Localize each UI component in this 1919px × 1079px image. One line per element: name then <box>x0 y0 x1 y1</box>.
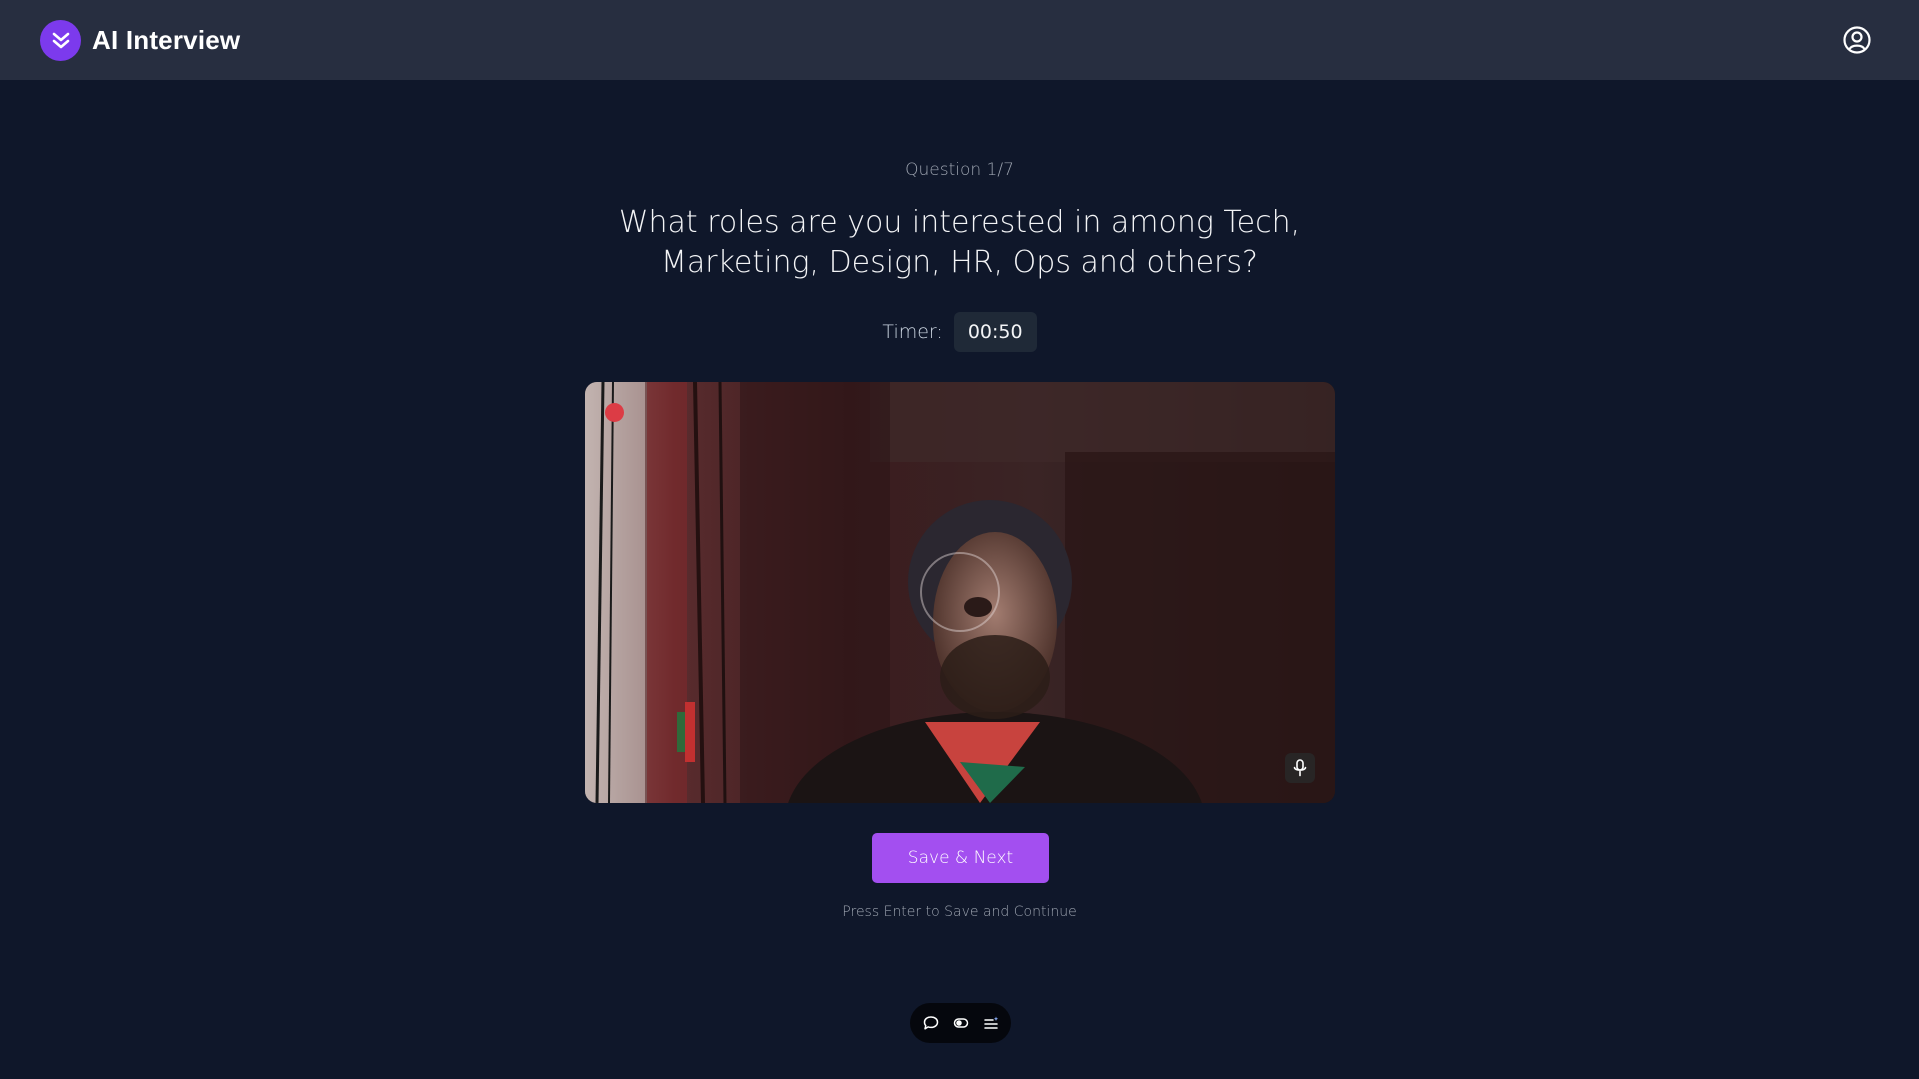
double-chevron-down-icon <box>40 19 81 61</box>
interview-main: Question 1/7 What roles are you interest… <box>0 80 1919 1079</box>
toggle-icon[interactable] <box>951 1013 971 1033</box>
microphone-icon[interactable] <box>1285 753 1315 783</box>
question-line-2: Marketing, Design, HR, Ops and others? <box>661 245 1258 280</box>
app-title: AI Interview <box>92 24 241 55</box>
timer-value: 00:50 <box>953 312 1037 352</box>
enter-hint: Press Enter to Save and Continue <box>842 904 1077 920</box>
list-sparkle-icon[interactable] <box>981 1013 1001 1033</box>
save-next-button[interactable]: Save & Next <box>872 833 1049 883</box>
cursor-ring <box>920 552 1000 632</box>
webcam-preview <box>585 382 1335 803</box>
question-counter: Question 1/7 <box>905 160 1014 180</box>
top-bar: AI Interview <box>0 0 1919 80</box>
question-text: What roles are you interested in among T… <box>0 203 1919 283</box>
timer: Timer: 00:50 <box>0 312 1919 352</box>
brand[interactable]: AI Interview <box>40 19 241 61</box>
recording-indicator <box>605 403 624 422</box>
timer-label: Timer: <box>882 321 943 343</box>
user-circle-icon[interactable] <box>1840 24 1873 57</box>
question-line-1: What roles are you interested in among T… <box>618 205 1301 240</box>
bottom-toolbar <box>910 1003 1011 1043</box>
chat-bubble-icon[interactable] <box>921 1013 941 1033</box>
